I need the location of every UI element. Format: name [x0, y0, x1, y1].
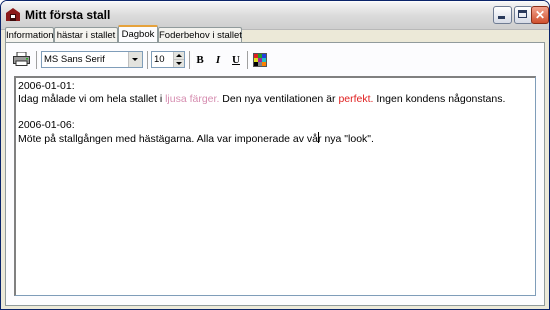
printer-icon[interactable] — [13, 52, 30, 66]
entry-text-segment: Idag målade vi om hela stallet i — [18, 93, 166, 105]
dagbok-panel: MS Sans Serif 10 B I U 2006-01-01: Idag … — [5, 42, 545, 306]
stable-app-icon — [6, 8, 20, 21]
entry-text: Idag målade vi om hela stallet i ljusa f… — [18, 93, 533, 106]
tab-foderbehov-i-stallet[interactable]: Foderbehov i stallet — [158, 27, 242, 42]
entry-text-segment: Möte på stallgången med hästägarna. Alla… — [18, 133, 319, 145]
italic-button[interactable]: I — [210, 52, 226, 68]
toolbar-separator — [36, 51, 40, 69]
tab-information[interactable]: Information — [5, 27, 54, 42]
tab-hastar-i-stallet[interactable]: hästar i stallet — [54, 27, 118, 42]
font-size-stepper[interactable]: 10 — [151, 51, 185, 68]
formatting-toolbar: MS Sans Serif 10 B I U — [13, 49, 533, 69]
diary-content: 2006-01-01: Idag målade vi om hela stall… — [16, 78, 535, 147]
entry-text-segment: r nya "look". — [318, 133, 374, 145]
app-window: Mitt första stall ✕ Information hästar i… — [0, 0, 550, 310]
minimize-button[interactable] — [493, 6, 512, 24]
close-icon: ✕ — [534, 8, 546, 22]
window-title: Mitt första stall — [25, 8, 111, 22]
maximize-icon — [518, 10, 527, 18]
entry-date: 2006-01-06: — [18, 119, 75, 131]
bold-button[interactable]: B — [192, 52, 208, 68]
pink-text-segment: ljusa färger. — [165, 93, 220, 105]
toolbar-separator — [247, 51, 251, 69]
entry-date: 2006-01-01: — [18, 80, 75, 92]
entry-text: Möte på stallgången med hästägarna. Alla… — [18, 132, 533, 145]
font-name-value: MS Sans Serif — [44, 54, 105, 65]
spin-down-icon[interactable] — [173, 60, 184, 67]
entry-text-segment: Ingen kondens någonstans. — [373, 93, 506, 105]
font-name-select[interactable]: MS Sans Serif — [41, 51, 143, 68]
entry-text-segment: Den nya ventilationen är — [219, 93, 339, 105]
font-size-value: 10 — [154, 54, 165, 65]
text-color-icon[interactable] — [253, 53, 267, 67]
title-bar[interactable]: Mitt första stall ✕ — [1, 1, 549, 30]
underline-button[interactable]: U — [228, 52, 244, 68]
red-text-segment: perfekt. — [338, 93, 374, 105]
chevron-down-icon[interactable] — [128, 52, 142, 67]
minimize-icon — [498, 16, 505, 19]
spin-up-icon[interactable] — [173, 52, 184, 60]
tab-dagbok[interactable]: Dagbok — [118, 25, 158, 42]
close-button[interactable]: ✕ — [531, 6, 549, 24]
diary-text-editor[interactable]: 2006-01-01: Idag målade vi om hela stall… — [14, 76, 536, 296]
